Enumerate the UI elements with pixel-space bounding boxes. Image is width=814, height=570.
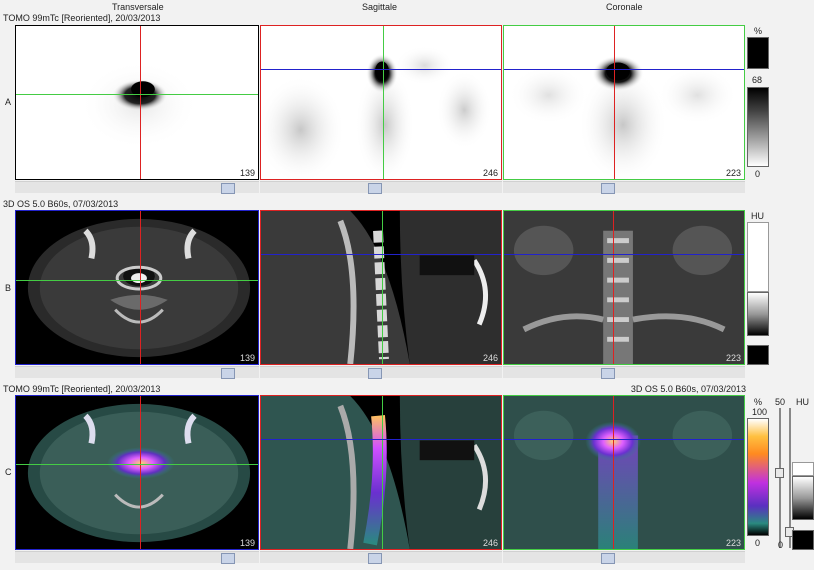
ct-scale-min: 0 (778, 540, 784, 550)
scroll-thumb[interactable] (601, 368, 615, 379)
ct-scale-top-block (792, 462, 814, 476)
row-c-scale-unit: % (754, 397, 763, 407)
crosshair-horizontal (504, 69, 744, 70)
crosshair-horizontal (261, 254, 501, 255)
row-b-scale-top-block (747, 222, 769, 292)
scroll-thumb[interactable] (221, 183, 235, 194)
row-c-ct-scale-unit: HU (796, 397, 809, 407)
scroll-thumb[interactable] (601, 183, 615, 194)
ct-scale-bottom-block (792, 530, 814, 550)
slice-number: 223 (725, 168, 741, 178)
crosshair-horizontal (504, 439, 744, 440)
slice-number: 139 (239, 353, 255, 363)
crosshair-vertical (382, 211, 383, 364)
scroll-thumb[interactable] (601, 553, 615, 564)
row-c-coronal-scrollbar[interactable] (503, 551, 745, 564)
slice-number: 139 (239, 538, 255, 548)
row-b-label: B (5, 283, 12, 293)
row-a-label: A (5, 97, 12, 107)
row-a-transversal-scrollbar[interactable] (15, 181, 259, 194)
slice-number: 223 (725, 353, 741, 363)
row-a-sagittal-view[interactable]: 246 (260, 25, 502, 180)
row-a-scale-max: 68 (752, 75, 763, 85)
crosshair-horizontal (261, 69, 501, 70)
row-b-transversal-scrollbar[interactable] (15, 366, 259, 379)
row-c-coronal-fusion-view[interactable]: 223 (503, 395, 745, 550)
crosshair-vertical (382, 396, 383, 549)
row-b-coronal-scrollbar[interactable] (503, 366, 745, 379)
header-coronal: Coronale (606, 2, 643, 12)
row-a-transversal-view[interactable]: 139 (15, 25, 259, 180)
row-b-transversal-view[interactable]: 139 (15, 210, 259, 365)
row-c-label: C (5, 467, 12, 477)
row-a-scale-unit: % (754, 26, 763, 36)
slice-number: 246 (482, 168, 498, 178)
crosshair-vertical (383, 26, 384, 179)
scroll-thumb[interactable] (368, 553, 382, 564)
slice-number: 139 (239, 168, 255, 178)
crosshair-horizontal (261, 439, 501, 440)
row-c-ct-grayscale-bar[interactable] (792, 476, 814, 520)
header-transversal: Transversale (112, 2, 164, 12)
scroll-thumb[interactable] (368, 368, 382, 379)
slice-number: 223 (725, 538, 741, 548)
crosshair-vertical (140, 396, 141, 549)
row-c-color-scale-bar[interactable] (747, 418, 769, 536)
opacity-slider-track[interactable] (779, 408, 781, 548)
crosshair-vertical (613, 211, 614, 364)
row-c-sagittal-fusion-view[interactable]: 246 (260, 395, 502, 550)
scroll-thumb[interactable] (221, 368, 235, 379)
crosshair-vertical (613, 396, 614, 549)
scroll-thumb[interactable] (368, 183, 382, 194)
row-b-scale-bottom-block (747, 345, 769, 365)
row-a-coronal-scrollbar[interactable] (503, 181, 745, 194)
row-a-grayscale-bar[interactable] (747, 87, 769, 167)
scroll-thumb[interactable] (221, 553, 235, 564)
row-b-grayscale-bar[interactable] (747, 292, 769, 336)
crosshair-vertical (614, 26, 615, 179)
row-a-series-label: TOMO 99mTc [Reoriented], 20/03/2013 (3, 13, 161, 23)
row-c-transversal-fusion-view[interactable]: 139 (15, 395, 259, 550)
row-b-coronal-view[interactable]: 223 (503, 210, 745, 365)
slice-number: 246 (482, 538, 498, 548)
crosshair-horizontal (16, 94, 258, 95)
row-a-coronal-view[interactable]: 223 (503, 25, 745, 180)
row-c-transversal-scrollbar[interactable] (15, 551, 259, 564)
row-c-sagittal-scrollbar[interactable] (260, 551, 502, 564)
opacity-value: 50 (775, 397, 786, 407)
row-c-series-label-right: 3D OS 5.0 B60s, 07/03/2013 (630, 384, 746, 394)
crosshair-horizontal (16, 464, 258, 465)
row-a-scale-top-block (747, 37, 769, 69)
row-b-sagittal-scrollbar[interactable] (260, 366, 502, 379)
row-c-scale-min: 0 (755, 538, 761, 548)
row-c-series-label-left: TOMO 99mTc [Reoriented], 20/03/2013 (3, 384, 161, 394)
crosshair-vertical (140, 211, 141, 364)
row-c-scale-max: 100 (752, 407, 768, 417)
crosshair-vertical (140, 26, 141, 179)
crosshair-horizontal (16, 280, 258, 281)
row-a-scale-min: 0 (755, 169, 761, 179)
row-b-sagittal-view[interactable]: 246 (260, 210, 502, 365)
header-sagittal: Sagittale (362, 2, 398, 12)
opacity-slider-knob[interactable] (775, 468, 784, 478)
row-b-series-label: 3D OS 5.0 B60s, 07/03/2013 (3, 199, 119, 209)
slice-number: 246 (482, 353, 498, 363)
row-b-scale-unit: HU (751, 211, 764, 221)
crosshair-horizontal (504, 254, 744, 255)
row-a-sagittal-scrollbar[interactable] (260, 181, 502, 194)
